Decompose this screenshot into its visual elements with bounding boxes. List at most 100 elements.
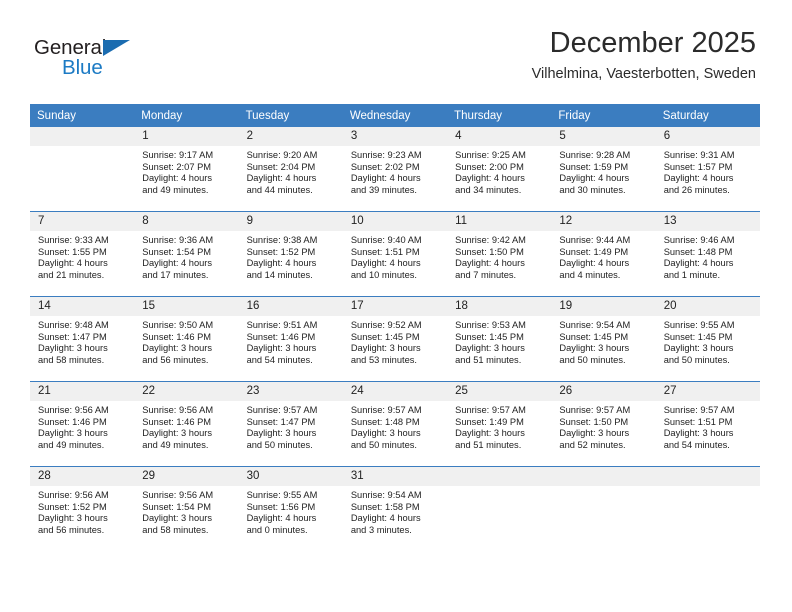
day-cell[interactable]: 9 Sunrise: 9:38 AM Sunset: 1:52 PM Daylight… (238, 211, 343, 297)
day-cell[interactable]: 7 Sunrise: 9:33 AM Sunset: 1:55 PM Daylight… (30, 211, 135, 297)
daylight-text-line1: Daylight: 3 hours (38, 513, 108, 524)
day-cell[interactable] (655, 466, 760, 551)
sunset-text: Sunset: 1:54 PM (142, 501, 212, 512)
day-cell[interactable]: 29 Sunrise: 9:56 AM Sunset: 1:54 PM Dayligh… (134, 466, 239, 551)
sunrise-text: Sunrise: 9:54 AM (350, 490, 422, 500)
calendar-body: 1 Sunrise: 9:17 AM Sunset: 2:07 PM Daylight… (30, 127, 760, 551)
daylight-text-line2: and 3 minutes. (350, 524, 412, 535)
daylight-text-line1: Daylight: 3 hours (142, 513, 213, 524)
daylight-text-line1: Daylight: 3 hours (559, 428, 630, 439)
daylight-text-line1: Daylight: 4 hours (663, 173, 734, 184)
daylight-text-line1: Daylight: 3 hours (142, 343, 213, 354)
day-cell[interactable]: 22 Sunrise: 9:56 AM Sunset: 1:46 PM Dayligh… (134, 381, 239, 467)
day-details (551, 486, 655, 490)
daylight-text-line1: Daylight: 4 hours (663, 258, 734, 269)
day-cell[interactable]: 23 Sunrise: 9:57 AM Sunset: 1:47 PM Dayligh… (238, 381, 343, 467)
sunrise-text: Sunrise: 9:38 AM (246, 235, 318, 245)
day-details: Sunrise: 9:56 AM Sunset: 1:46 PM Daylight:… (30, 401, 134, 451)
day-cell[interactable]: 16 Sunrise: 9:51 AM Sunset: 1:46 PM Dayligh… (238, 296, 343, 382)
daylight-text-line1: Daylight: 3 hours (246, 343, 317, 354)
day-number: 24 (342, 382, 448, 401)
day-cell[interactable]: 25 Sunrise: 9:57 AM Sunset: 1:49 PM Dayligh… (447, 381, 552, 467)
daylight-text-line2: and 17 minutes. (142, 269, 209, 280)
day-details: Sunrise: 9:28 AM Sunset: 1:59 PM Daylight:… (551, 146, 655, 196)
sunset-text: Sunset: 1:51 PM (350, 246, 420, 257)
sunset-text: Sunset: 1:54 PM (142, 246, 212, 257)
daylight-text-line1: Daylight: 4 hours (350, 173, 421, 184)
logo-text-blue: Blue (62, 56, 103, 79)
day-details: Sunrise: 9:23 AM Sunset: 2:02 PM Daylight:… (343, 146, 447, 196)
day-cell[interactable]: 20 Sunrise: 9:55 AM Sunset: 1:45 PM Dayligh… (655, 296, 760, 382)
sunrise-text: Sunrise: 9:57 AM (246, 405, 318, 415)
weekday-header-monday: Monday (134, 104, 239, 127)
daylight-text-line2: and 51 minutes. (455, 354, 522, 365)
day-details: Sunrise: 9:53 AM Sunset: 1:45 PM Daylight:… (447, 316, 551, 366)
day-cell[interactable]: 19 Sunrise: 9:54 AM Sunset: 1:45 PM Dayligh… (551, 296, 656, 382)
day-cell[interactable]: 15 Sunrise: 9:50 AM Sunset: 1:46 PM Dayligh… (134, 296, 239, 382)
general-blue-logo: General Blue (34, 36, 204, 82)
week-row: 21 Sunrise: 9:56 AM Sunset: 1:46 PM Dayligh… (30, 381, 760, 467)
day-cell[interactable]: 1 Sunrise: 9:17 AM Sunset: 2:07 PM Daylight… (134, 127, 239, 212)
sunset-text: Sunset: 1:46 PM (142, 331, 212, 342)
day-details (447, 486, 551, 490)
sunset-text: Sunset: 1:46 PM (246, 331, 316, 342)
daylight-text-line2: and 53 minutes. (350, 354, 417, 365)
day-cell[interactable]: 27 Sunrise: 9:57 AM Sunset: 1:51 PM Dayligh… (655, 381, 760, 467)
day-number: 14 (30, 297, 135, 316)
day-cell[interactable]: 6 Sunrise: 9:31 AM Sunset: 1:57 PM Daylight… (655, 127, 760, 212)
day-cell[interactable]: 21 Sunrise: 9:56 AM Sunset: 1:46 PM Dayligh… (30, 381, 135, 467)
daylight-text-line2: and 7 minutes. (455, 269, 517, 280)
day-number: 25 (447, 382, 552, 401)
day-cell[interactable]: 8 Sunrise: 9:36 AM Sunset: 1:54 PM Daylight… (134, 211, 239, 297)
day-cell[interactable]: 30 Sunrise: 9:55 AM Sunset: 1:56 PM Dayligh… (238, 466, 343, 551)
day-cell[interactable] (30, 127, 135, 212)
sunrise-text: Sunrise: 9:57 AM (559, 405, 631, 415)
day-number: 21 (30, 382, 135, 401)
sunset-text: Sunset: 1:51 PM (663, 416, 733, 427)
day-cell[interactable]: 11 Sunrise: 9:42 AM Sunset: 1:50 PM Dayligh… (447, 211, 552, 297)
day-number: 18 (447, 297, 552, 316)
sunset-text: Sunset: 1:52 PM (246, 246, 316, 257)
day-cell[interactable]: 17 Sunrise: 9:52 AM Sunset: 1:45 PM Dayligh… (342, 296, 448, 382)
day-cell[interactable]: 13 Sunrise: 9:46 AM Sunset: 1:48 PM Dayligh… (655, 211, 760, 297)
day-number: 30 (238, 467, 343, 486)
week-row: 1 Sunrise: 9:17 AM Sunset: 2:07 PM Daylight… (30, 127, 760, 212)
sunrise-text: Sunrise: 9:51 AM (246, 320, 318, 330)
day-cell[interactable]: 31 Sunrise: 9:54 AM Sunset: 1:58 PM Dayligh… (342, 466, 448, 551)
daylight-text-line1: Daylight: 3 hours (246, 428, 317, 439)
sunset-text: Sunset: 1:55 PM (38, 246, 107, 257)
day-cell[interactable]: 28 Sunrise: 9:56 AM Sunset: 1:52 PM Dayligh… (30, 466, 135, 551)
daylight-text-line2: and 51 minutes. (455, 439, 522, 450)
day-details: Sunrise: 9:46 AM Sunset: 1:48 PM Daylight:… (656, 231, 760, 281)
day-cell[interactable] (551, 466, 656, 551)
sunset-text: Sunset: 2:02 PM (350, 161, 420, 172)
sunset-text: Sunset: 1:57 PM (663, 161, 733, 172)
daylight-text-line2: and 52 minutes. (559, 439, 626, 450)
daylight-text-line2: and 49 minutes. (38, 439, 105, 450)
day-cell[interactable]: 2 Sunrise: 9:20 AM Sunset: 2:04 PM Daylight… (238, 127, 343, 212)
day-cell[interactable]: 18 Sunrise: 9:53 AM Sunset: 1:45 PM Dayligh… (447, 296, 552, 382)
day-cell[interactable]: 12 Sunrise: 9:44 AM Sunset: 1:49 PM Dayligh… (551, 211, 656, 297)
day-cell[interactable]: 5 Sunrise: 9:28 AM Sunset: 1:59 PM Daylight… (551, 127, 656, 212)
daylight-text-line2: and 54 minutes. (246, 354, 313, 365)
daylight-text-line1: Daylight: 4 hours (455, 258, 525, 269)
day-cell[interactable]: 14 Sunrise: 9:48 AM Sunset: 1:47 PM Dayligh… (30, 296, 135, 382)
weekday-header-tuesday: Tuesday (238, 104, 343, 127)
weekday-header-saturday: Saturday (655, 104, 760, 127)
title-block: December 2025 Vilhelmina, Vaesterbotten,… (532, 27, 756, 83)
day-number (30, 127, 135, 146)
day-cell[interactable]: 10 Sunrise: 9:40 AM Sunset: 1:51 PM Dayligh… (342, 211, 448, 297)
daylight-text-line2: and 14 minutes. (246, 269, 313, 280)
day-cell[interactable]: 24 Sunrise: 9:57 AM Sunset: 1:48 PM Dayligh… (342, 381, 448, 467)
day-number: 17 (342, 297, 448, 316)
sunrise-text: Sunrise: 9:52 AM (350, 320, 422, 330)
week-row: 28 Sunrise: 9:56 AM Sunset: 1:52 PM Dayligh… (30, 466, 760, 551)
day-cell[interactable]: 3 Sunrise: 9:23 AM Sunset: 2:02 PM Daylight… (342, 127, 448, 212)
day-cell[interactable] (447, 466, 552, 551)
daylight-text-line2: and 30 minutes. (559, 184, 626, 195)
day-number: 31 (342, 467, 448, 486)
day-cell[interactable]: 26 Sunrise: 9:57 AM Sunset: 1:50 PM Dayligh… (551, 381, 656, 467)
daylight-text-line2: and 50 minutes. (350, 439, 417, 450)
day-number: 27 (655, 382, 760, 401)
day-cell[interactable]: 4 Sunrise: 9:25 AM Sunset: 2:00 PM Daylight… (447, 127, 552, 212)
